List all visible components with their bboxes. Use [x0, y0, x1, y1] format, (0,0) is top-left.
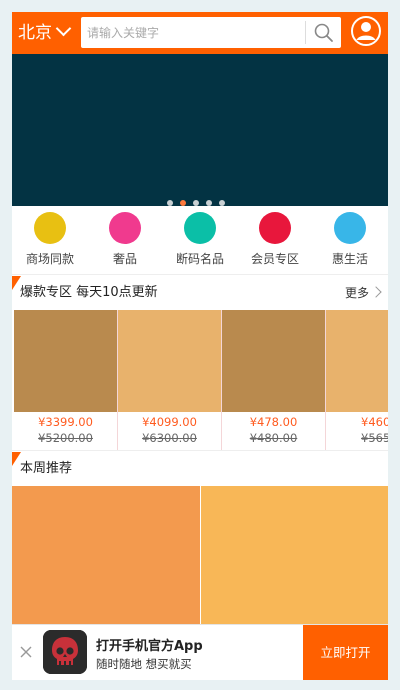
- category-label: 商场同款: [25, 252, 74, 266]
- product-original-price: ¥6300.00: [142, 431, 197, 445]
- more-link[interactable]: 更多: [344, 276, 382, 310]
- divider: [12, 450, 388, 451]
- category-label: 奢品: [112, 252, 137, 266]
- category-item-member[interactable]: 会员专区: [237, 212, 313, 267]
- deals-title: 爆款专区 每天10点更新: [20, 285, 158, 300]
- search-box: [81, 17, 341, 48]
- product-original-price: ¥5200.00: [38, 431, 93, 445]
- category-item-life[interactable]: 惠生活: [312, 212, 388, 267]
- city-selector[interactable]: 北京: [18, 12, 72, 54]
- product-card[interactable]: ¥460. ¥565.: [326, 310, 388, 450]
- app-banner-subtitle: 随时随地 想买就买: [96, 657, 192, 671]
- category-label: 会员专区: [250, 252, 299, 266]
- search-input[interactable]: [81, 17, 309, 48]
- chevron-right-icon: [370, 286, 382, 298]
- search-icon: [314, 23, 333, 42]
- weekly-recommendations: [12, 486, 388, 624]
- category-item-mall[interactable]: 商场同款: [12, 212, 88, 267]
- category-label: 惠生活: [331, 252, 368, 266]
- product-image: [118, 310, 221, 412]
- close-icon: [20, 646, 32, 658]
- category-label: 断码名品: [175, 252, 224, 266]
- app-logo-icon: [43, 630, 87, 674]
- category-icon: [334, 212, 366, 244]
- product-price: ¥460.: [361, 415, 388, 429]
- category-icon: [259, 212, 291, 244]
- category-icon: [184, 212, 216, 244]
- product-card[interactable]: ¥478.00 ¥480.00: [222, 310, 326, 450]
- category-item-brands[interactable]: 断码名品: [162, 212, 238, 267]
- city-label: 北京: [18, 23, 52, 43]
- app-download-bar: 打开手机官方App 随时随地 想买就买 立即打开: [12, 624, 388, 680]
- close-button[interactable]: [19, 644, 33, 658]
- product-original-price: ¥565.: [361, 431, 388, 445]
- product-original-price: ¥480.00: [249, 431, 298, 445]
- app-banner-title: 打开手机官方App: [96, 639, 203, 654]
- deal-products: ¥3399.00 ¥5200.00 ¥4099.00 ¥6300.00 ¥478…: [12, 310, 388, 450]
- product-price: ¥4099.00: [142, 415, 197, 429]
- app-screen: 北京 商场同款: [12, 12, 388, 680]
- category-nav: 商场同款 奢品 断码名品 会员专区 惠生活: [12, 206, 388, 274]
- user-icon: [351, 16, 381, 46]
- product-card[interactable]: ¥4099.00 ¥6300.00: [118, 310, 222, 450]
- weekly-title: 本周推荐: [20, 461, 73, 476]
- search-divider: [305, 21, 306, 44]
- product-price: ¥3399.00: [38, 415, 93, 429]
- product-price: ¥478.00: [249, 415, 298, 429]
- weekly-tile[interactable]: [12, 486, 200, 624]
- product-image: [222, 310, 325, 412]
- more-label: 更多: [344, 286, 369, 300]
- product-image: [14, 310, 117, 412]
- divider: [12, 274, 388, 275]
- category-icon: [109, 212, 141, 244]
- user-button[interactable]: [350, 15, 382, 47]
- search-button[interactable]: [307, 17, 341, 48]
- weekly-tile[interactable]: [201, 486, 388, 624]
- banner-carousel[interactable]: [12, 54, 388, 206]
- chevron-down-icon: [55, 20, 72, 37]
- category-item-luxury[interactable]: 奢品: [87, 212, 163, 267]
- carousel-dots: [167, 191, 232, 206]
- category-icon: [34, 212, 66, 244]
- open-app-button[interactable]: 立即打开: [303, 625, 388, 680]
- weekly-header: 本周推荐: [12, 452, 388, 486]
- product-image: [326, 310, 388, 412]
- deals-header: 爆款专区 每天10点更新 更多: [12, 276, 388, 310]
- product-card[interactable]: ¥3399.00 ¥5200.00: [14, 310, 118, 450]
- header-bar: 北京: [12, 12, 388, 54]
